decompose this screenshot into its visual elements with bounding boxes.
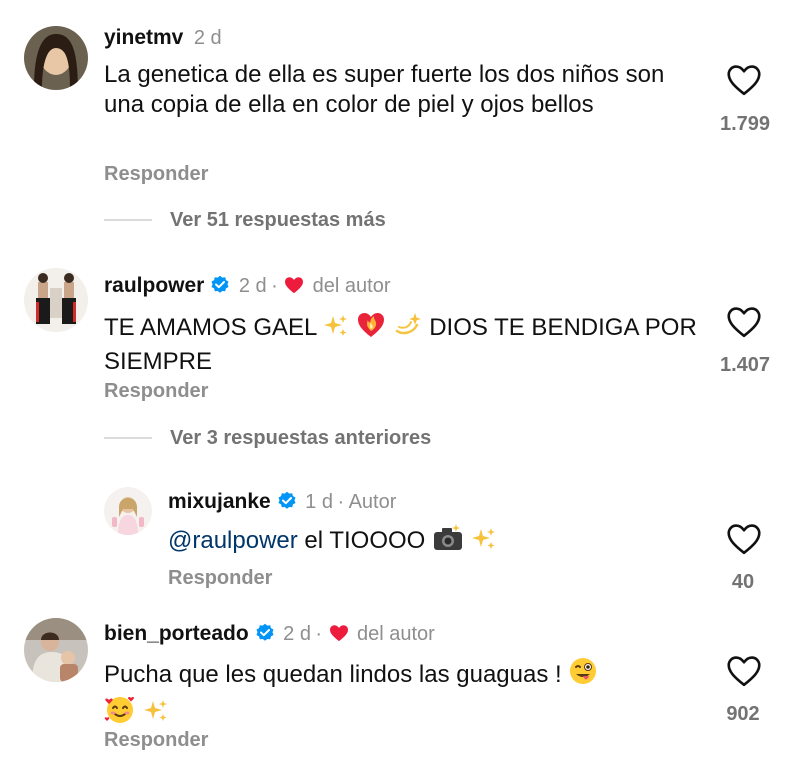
avatar[interactable]	[24, 268, 88, 332]
like-count: 1.799	[719, 113, 771, 135]
sparkles-emoji	[323, 313, 349, 347]
red-heart-icon	[329, 624, 349, 642]
winking-tongue-emoji	[568, 656, 598, 694]
separator: ·	[271, 275, 278, 297]
divider	[104, 219, 152, 221]
liked-by-author-label: del autor	[356, 623, 435, 645]
comment-text: TE AMAMOS GAEL DIOS TE BENDIGA POR SIEMP…	[104, 309, 704, 377]
username[interactable]: raulpower	[104, 274, 204, 297]
separator: ·	[315, 623, 323, 645]
reply-button[interactable]: Responder	[104, 163, 208, 186]
reply-button[interactable]: Responder	[104, 729, 208, 752]
reply-button[interactable]: Responder	[104, 380, 208, 403]
comment-text-body: el TIOOOO	[297, 527, 432, 554]
timestamp: 2 d	[193, 27, 222, 49]
dizzy-emoji	[393, 309, 423, 347]
comment-text: @raulpower el TIOOOO	[168, 524, 688, 560]
timestamp: 2 d	[283, 623, 311, 645]
heart-on-fire-emoji	[356, 309, 386, 347]
heart-outline-icon	[727, 656, 761, 687]
comment-text: La genetica de ella es super fuerte los …	[104, 61, 665, 118]
heart-outline-icon	[727, 65, 761, 96]
username[interactable]: yinetmv	[104, 26, 183, 49]
heart-outline-icon	[727, 307, 761, 338]
like-button[interactable]	[726, 306, 762, 338]
like-button[interactable]	[726, 64, 762, 96]
liked-by-author-label: del autor	[312, 275, 391, 297]
mention-link[interactable]: @raulpower	[168, 527, 298, 554]
view-replies-button[interactable]: Ver 51 respuestas más	[170, 209, 386, 232]
like-count: 902	[726, 703, 760, 725]
comment-text-part1: TE AMAMOS GAEL	[104, 314, 324, 341]
username[interactable]: mixujanke	[168, 490, 271, 513]
red-heart-icon	[284, 276, 304, 294]
like-button[interactable]	[726, 523, 762, 555]
separator: ·	[337, 491, 345, 513]
comment-text-body: Pucha que les quedan lindos las guaguas …	[104, 661, 569, 688]
view-replies-button[interactable]: Ver 3 respuestas anteriores	[170, 427, 431, 450]
avatar[interactable]	[104, 487, 152, 535]
heart-outline-icon	[727, 524, 761, 555]
reply-button[interactable]: Responder	[168, 567, 272, 590]
username[interactable]: bien_porteado	[104, 622, 249, 645]
verified-badge-icon	[210, 275, 230, 295]
like-count: 1.407	[719, 354, 771, 376]
like-button[interactable]	[726, 655, 762, 687]
author-label: Autor	[348, 491, 397, 513]
avatar[interactable]	[24, 618, 88, 682]
divider	[104, 437, 152, 439]
verified-badge-icon	[277, 491, 297, 511]
timestamp: 2 d	[238, 275, 267, 297]
smiling-hearts-emoji	[104, 694, 136, 732]
sparkles-emoji	[143, 698, 169, 732]
avatar[interactable]	[24, 26, 88, 90]
verified-badge-icon	[255, 623, 275, 643]
timestamp: 1 d	[305, 491, 333, 513]
camera-flash-emoji	[432, 524, 464, 560]
comment-text: Pucha que les quedan lindos las guaguas …	[104, 656, 704, 732]
like-count: 40	[731, 571, 755, 593]
sparkles-emoji	[471, 526, 497, 560]
